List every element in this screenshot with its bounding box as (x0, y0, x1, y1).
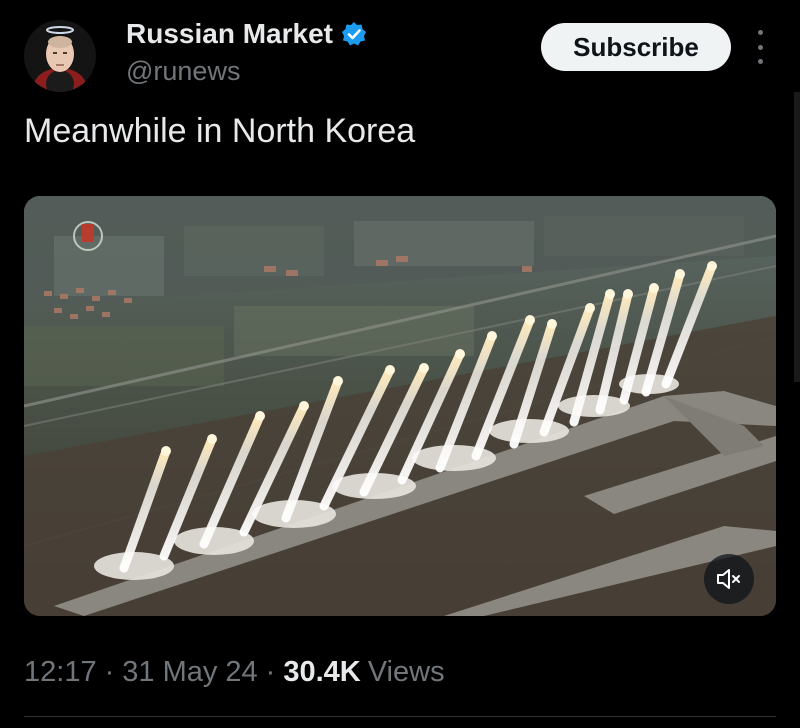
author-name[interactable]: Russian Market (126, 18, 333, 50)
post-text: Meanwhile in North Korea (24, 112, 416, 150)
views-label: Views (367, 656, 445, 688)
more-vertical-icon[interactable] (752, 30, 768, 64)
post-date[interactable]: 31 May 24 (122, 656, 257, 689)
verified-badge-icon (341, 21, 367, 47)
mute-button[interactable] (704, 554, 754, 604)
speaker-muted-icon (717, 569, 740, 589)
meta-separator: · (104, 656, 115, 688)
divider (24, 716, 776, 717)
scrollbar[interactable] (794, 92, 800, 382)
video-frame (24, 196, 776, 616)
video-player[interactable] (24, 196, 776, 616)
avatar[interactable] (24, 20, 96, 92)
author-handle[interactable]: @runews (126, 56, 240, 87)
avatar-image (24, 20, 96, 92)
more-dot (757, 59, 763, 64)
subscribe-button[interactable]: Subscribe (541, 23, 731, 71)
post: Russian Market @runews Subscribe Meanwhi… (0, 0, 800, 728)
post-meta: 12:17 · 31 May 24 · 30.4K Views (24, 656, 445, 689)
post-time[interactable]: 12:17 (24, 656, 97, 689)
more-dot (757, 44, 763, 50)
views-count[interactable]: 30.4K (283, 656, 360, 689)
meta-separator: · (265, 656, 276, 688)
more-dot (757, 30, 763, 35)
author-name-row[interactable]: Russian Market (126, 16, 367, 52)
